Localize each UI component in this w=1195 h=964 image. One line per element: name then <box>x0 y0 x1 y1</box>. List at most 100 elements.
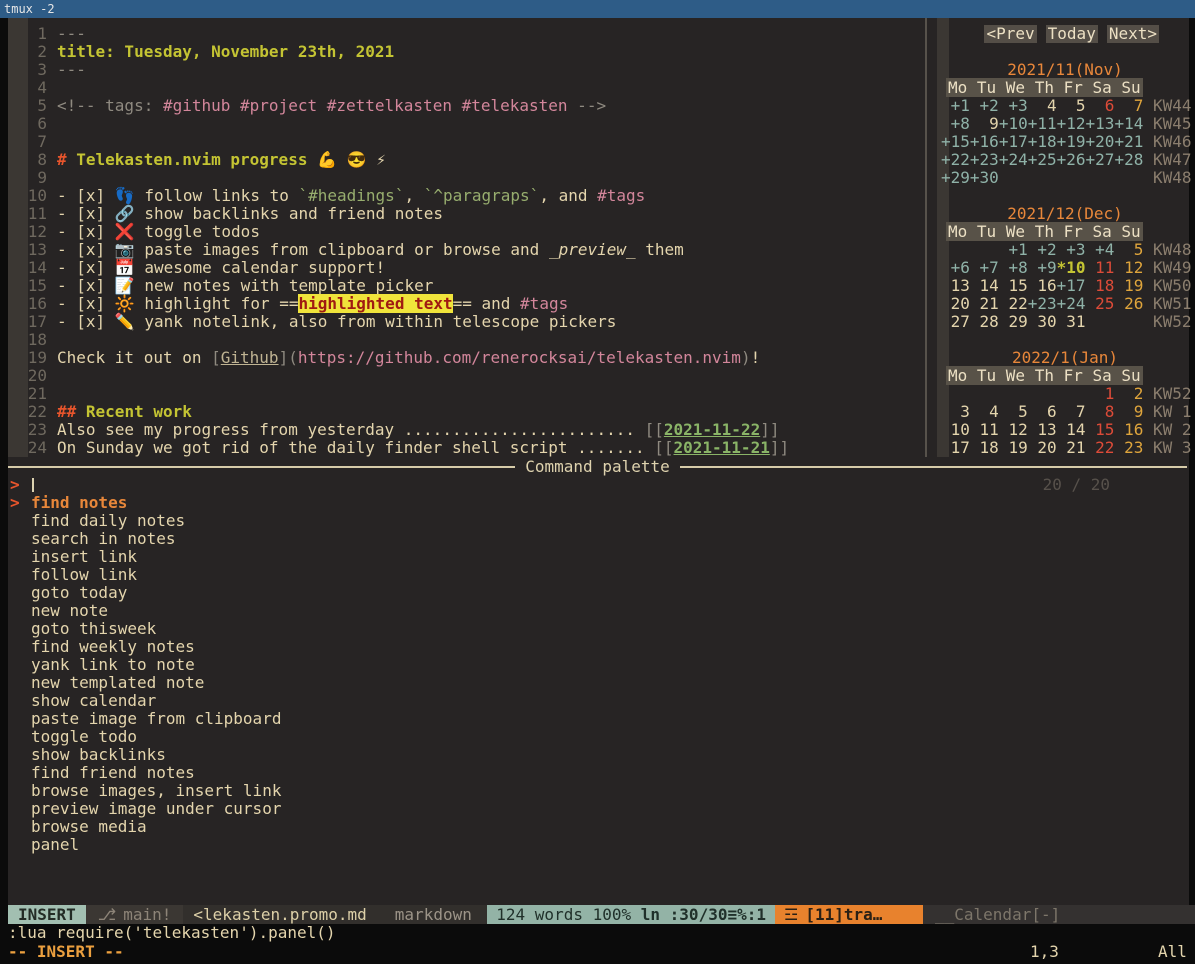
calendar-day[interactable]: +11 <box>1028 114 1057 133</box>
calendar-day[interactable]: 16 <box>1028 276 1057 295</box>
palette-item[interactable]: browse images, insert link <box>8 782 1187 800</box>
calendar-day[interactable]: +22 <box>941 150 970 169</box>
palette-item[interactable]: panel <box>8 836 1187 854</box>
calendar-day[interactable]: 5 <box>1114 240 1143 259</box>
editor-line[interactable]: 18 <box>8 331 925 349</box>
editor-line[interactable]: 21 <box>8 385 925 403</box>
palette-item[interactable]: browse media <box>8 818 1187 836</box>
calendar-day[interactable]: +7 <box>970 258 999 277</box>
calendar-day[interactable]: 18 <box>1086 276 1115 295</box>
calendar-day[interactable]: 7 <box>1114 96 1143 115</box>
calendar-day[interactable]: 19 <box>999 438 1028 457</box>
editor-line[interactable]: 20 <box>8 367 925 385</box>
calendar-day[interactable]: 27 <box>941 312 970 331</box>
calendar-day[interactable]: 5 <box>999 402 1028 421</box>
calendar-day[interactable]: +26 <box>1057 150 1086 169</box>
calendar-day[interactable]: +2 <box>970 96 999 115</box>
calendar-day[interactable]: 22 <box>1086 438 1115 457</box>
calendar-day[interactable]: +25 <box>1028 150 1057 169</box>
calendar-day[interactable]: 23 <box>1114 438 1143 457</box>
palette-item[interactable]: find friend notes <box>8 764 1187 782</box>
calendar-day[interactable]: +8 <box>941 114 970 133</box>
palette-item[interactable]: preview image under cursor <box>8 800 1187 818</box>
calendar-day[interactable]: 9 <box>970 114 999 133</box>
calendar-day[interactable]: +18 <box>1028 132 1057 151</box>
calendar-day[interactable]: +24 <box>999 150 1028 169</box>
calendar-day[interactable]: 5 <box>1057 96 1086 115</box>
calendar-day[interactable]: +17 <box>1057 276 1086 295</box>
calendar-day[interactable]: 14 <box>1057 420 1086 439</box>
command-line[interactable]: :lua require('telekasten').panel() <box>8 924 336 943</box>
calendar-day[interactable]: +8 <box>999 258 1028 277</box>
calendar-day[interactable]: 14 <box>970 276 999 295</box>
calendar-day[interactable]: 15 <box>999 276 1028 295</box>
calendar-day[interactable]: +2 <box>1028 240 1057 259</box>
editor-line[interactable]: 6 <box>8 115 925 133</box>
editor-line[interactable]: 15- [x] 📝 new notes with template picker <box>8 277 925 295</box>
calendar-day[interactable]: +17 <box>999 132 1028 151</box>
calendar-day[interactable]: +23 <box>1028 294 1057 313</box>
calendar-day[interactable]: 2 <box>1114 384 1143 403</box>
palette-item[interactable]: goto today <box>8 584 1187 602</box>
calendar-day[interactable]: 9 <box>1114 402 1143 421</box>
calendar-day[interactable]: +19 <box>1057 132 1086 151</box>
editor-line[interactable]: 23Also see my progress from yesterday ..… <box>8 421 925 439</box>
calendar-day[interactable]: 11 <box>1086 258 1115 277</box>
calendar-day[interactable]: 6 <box>1028 402 1057 421</box>
calendar-day[interactable]: 29 <box>999 312 1028 331</box>
editor-line[interactable]: 24On Sunday we got rid of the daily find… <box>8 439 925 457</box>
calendar-day[interactable]: 12 <box>999 420 1028 439</box>
editor-line[interactable]: 12- [x] ❌ toggle todos <box>8 223 925 241</box>
editor-line[interactable]: 2title: Tuesday, November 23th, 2021 <box>8 43 925 61</box>
calendar-day[interactable]: +29 <box>941 168 970 187</box>
palette-item[interactable]: find daily notes <box>8 512 1187 530</box>
calendar-day[interactable]: +12 <box>1057 114 1086 133</box>
editor-line[interactable]: 8# Telekasten.nvim progress 💪 😎 ⚡ <box>8 151 925 169</box>
calendar-day[interactable]: 30 <box>1028 312 1057 331</box>
palette-item[interactable]: yank link to note <box>8 656 1187 674</box>
palette-item[interactable]: show backlinks <box>8 746 1187 764</box>
calendar-day[interactable]: 6 <box>1086 96 1115 115</box>
calendar-day[interactable]: 13 <box>941 276 970 295</box>
calendar-day[interactable]: 19 <box>1114 276 1143 295</box>
calendar-day[interactable]: 16 <box>1114 420 1143 439</box>
calendar-day[interactable]: 11 <box>970 420 999 439</box>
calendar-day[interactable]: +13 <box>1086 114 1115 133</box>
calendar-day[interactable]: 31 <box>1057 312 1086 331</box>
editor-line[interactable]: 16- [x] 🔆 highlight for ==highlighted te… <box>8 295 925 313</box>
calendar-day[interactable]: +10 <box>999 114 1028 133</box>
calendar-day[interactable]: +24 <box>1057 294 1086 313</box>
palette-prompt[interactable]: > 20 / 20 <box>8 476 1187 494</box>
editor-line[interactable]: 1--- <box>8 25 925 43</box>
calendar-day[interactable]: 26 <box>1114 294 1143 313</box>
calendar-day[interactable]: +9 <box>1028 258 1057 277</box>
calendar-day[interactable]: +15 <box>941 132 970 151</box>
calendar-day[interactable]: +30 <box>970 168 999 187</box>
calendar-day[interactable]: +27 <box>1086 150 1115 169</box>
palette-item[interactable]: toggle todo <box>8 728 1187 746</box>
palette-item[interactable]: show calendar <box>8 692 1187 710</box>
calendar-prev-button[interactable]: <Prev <box>984 25 1036 43</box>
calendar-day[interactable]: +21 <box>1114 132 1143 151</box>
editor-line[interactable]: 5<!-- tags: #github #project #zettelkast… <box>8 97 925 115</box>
calendar-next-button[interactable]: Next> <box>1107 25 1159 43</box>
calendar-day[interactable]: 1 <box>1086 384 1115 403</box>
calendar-day[interactable]: 20 <box>1028 438 1057 457</box>
calendar-day[interactable]: 12 <box>1114 258 1143 277</box>
calendar-day[interactable]: +28 <box>1114 150 1143 169</box>
calendar-day[interactable]: 8 <box>1086 402 1115 421</box>
palette-item[interactable]: new note <box>8 602 1187 620</box>
editor-line[interactable]: 22## Recent work <box>8 403 925 421</box>
editor-line[interactable]: 19Check it out on [Github](https://githu… <box>8 349 925 367</box>
calendar-day[interactable]: 4 <box>1028 96 1057 115</box>
palette-item[interactable]: insert link <box>8 548 1187 566</box>
calendar-day[interactable]: 21 <box>1057 438 1086 457</box>
calendar-day[interactable]: +1 <box>999 240 1028 259</box>
note-link[interactable]: 2021-11-22 <box>664 420 760 439</box>
github-link[interactable]: Github <box>221 348 279 367</box>
calendar-day[interactable]: *10 <box>1057 258 1086 277</box>
editor-line[interactable]: 14- [x] 📅 awesome calendar support! <box>8 259 925 277</box>
calendar-day[interactable]: 28 <box>970 312 999 331</box>
palette-item[interactable]: new templated note <box>8 674 1187 692</box>
calendar-day[interactable]: 22 <box>999 294 1028 313</box>
